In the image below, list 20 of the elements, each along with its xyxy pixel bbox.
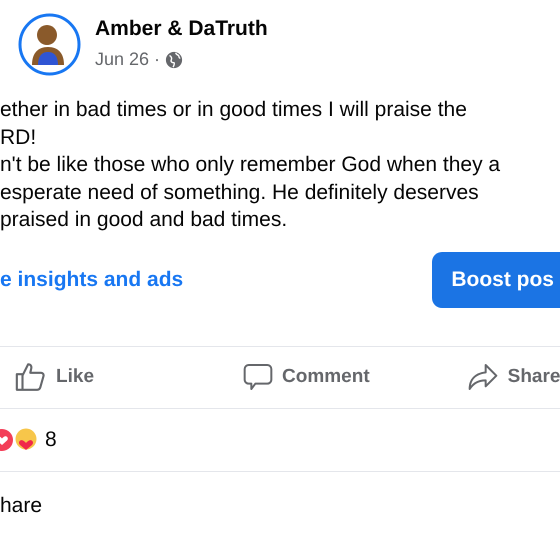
- post-text-line: n't be like those who only remember God when they a: [0, 152, 502, 178]
- action-button[interactable]: Like: [14, 360, 94, 394]
- action-button[interactable]: Comment: [242, 361, 370, 393]
- globe-icon: [165, 50, 184, 68]
- boost-post-button[interactable]: Boost pos: [432, 252, 560, 308]
- post-text-line: esperate need of something. He definitely deserves: [0, 180, 480, 206]
- separator-dot: ·: [154, 48, 160, 71]
- post-text-line: praised in good and bad times.: [0, 207, 288, 233]
- action-button[interactable]: Share: [466, 361, 560, 393]
- author-name[interactable]: Amber & DaTruth: [95, 16, 268, 42]
- reaction-count[interactable]: 8: [45, 424, 57, 456]
- speech-bubble-icon: [242, 361, 274, 393]
- care-reaction-icon: [14, 428, 38, 452]
- avatar[interactable]: [18, 13, 81, 76]
- post-text-line: RD!: [0, 124, 38, 150]
- share-arrow-icon: [466, 361, 500, 393]
- post-text-line: ether in bad times or in good times I will praise the: [0, 97, 468, 123]
- insights-link[interactable]: e insights and ads: [0, 264, 184, 296]
- share-label: hare: [0, 494, 42, 516]
- post-date[interactable]: Jun 26: [95, 46, 150, 73]
